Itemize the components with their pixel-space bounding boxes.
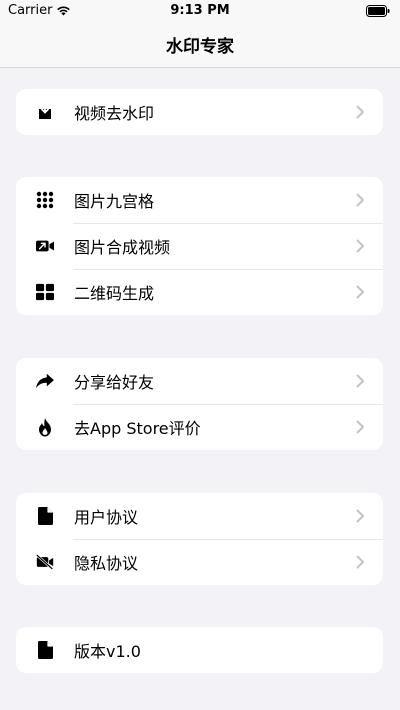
chevron-right-icon xyxy=(356,105,364,119)
document-icon xyxy=(36,641,54,659)
menu-item-label: 图片合成视频 xyxy=(74,238,171,257)
menu-item-rate-on-app-store[interactable]: 去App Store评价 xyxy=(16,404,383,450)
chevron-right-icon xyxy=(356,509,364,523)
status-time: 9:13 PM xyxy=(170,3,230,18)
menu-item-label: 用户协议 xyxy=(74,508,139,527)
video-arrow-icon xyxy=(36,237,54,255)
menu-group-version: 版本v1.0 xyxy=(16,627,383,673)
page-title: 水印专家 xyxy=(166,37,234,57)
menu-item-user-agreement[interactable]: 用户协议 xyxy=(16,493,383,539)
menu-item-label: 二维码生成 xyxy=(74,284,155,303)
menu-item-label: 去App Store评价 xyxy=(74,419,201,438)
menu-item-share-with-friends[interactable]: 分享给好友 xyxy=(16,358,383,404)
chevron-right-icon xyxy=(356,193,364,207)
battery-icon xyxy=(366,5,390,21)
menu-item-video-watermark-removal[interactable]: 视频去水印 xyxy=(16,89,383,135)
qr-blocks-icon xyxy=(36,283,54,301)
chevron-right-icon xyxy=(356,239,364,253)
menu-item-qr-code-generator[interactable]: 二维码生成 xyxy=(16,269,383,315)
share-arrow-icon xyxy=(36,372,54,390)
menu-item-image-nine-grid[interactable]: 图片九宫格 xyxy=(16,177,383,223)
navigation-bar: 水印专家 xyxy=(0,22,400,68)
menu-item-version: 版本v1.0 xyxy=(16,627,383,673)
chevron-right-icon xyxy=(356,285,364,299)
status-bar: Carrier 9:13 PM xyxy=(0,0,400,22)
menu-group-agreements: 用户协议 隐私协议 xyxy=(16,493,383,585)
menu-item-label: 视频去水印 xyxy=(74,104,155,123)
menu-item-label: 图片九宫格 xyxy=(74,192,155,211)
menu-group-video: 视频去水印 xyxy=(16,89,383,135)
chevron-right-icon xyxy=(356,374,364,388)
menu-group-social: 分享给好友 去App Store评价 xyxy=(16,358,383,450)
document-icon xyxy=(36,507,54,525)
menu-group-image-tools: 图片九宫格 图片合成视频 二维码生成 xyxy=(16,177,383,315)
flame-icon xyxy=(36,417,54,436)
menu-item-label: 分享给好友 xyxy=(74,373,155,392)
menu-item-images-to-video[interactable]: 图片合成视频 xyxy=(16,223,383,269)
grid-dots-icon xyxy=(36,191,54,209)
menu-item-label: 隐私协议 xyxy=(74,554,139,573)
chevron-right-icon xyxy=(356,420,364,434)
chevron-right-icon xyxy=(356,555,364,569)
menu-item-privacy-policy[interactable]: 隐私协议 xyxy=(16,539,383,585)
camera-off-icon xyxy=(36,553,54,571)
version-label: 版本v1.0 xyxy=(74,642,141,661)
download-box-icon xyxy=(36,103,54,121)
